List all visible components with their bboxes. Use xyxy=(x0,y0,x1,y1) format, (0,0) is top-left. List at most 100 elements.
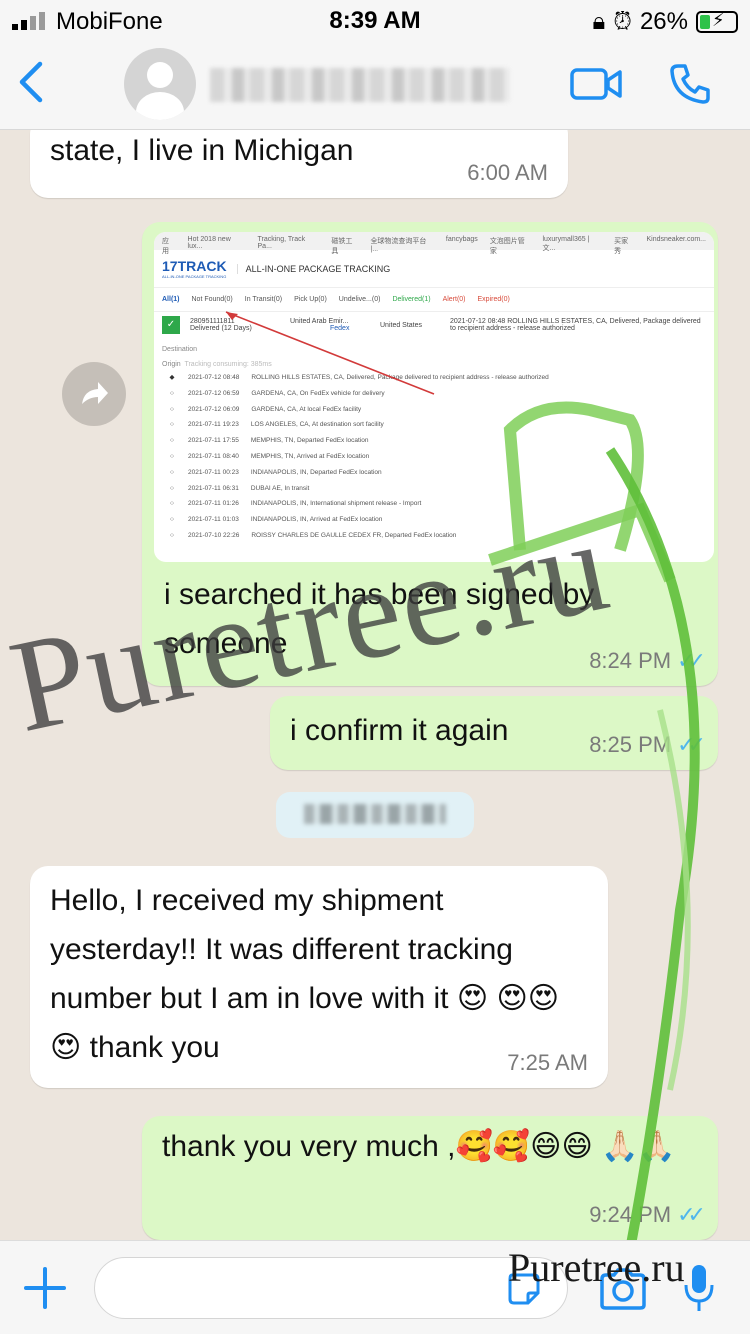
tab-expired: Expired(0) xyxy=(477,296,510,303)
message-bubble-incoming[interactable]: Hello, I received my shipment yesterday!… xyxy=(30,866,608,1088)
tab-in-transit: In Transit(0) xyxy=(244,296,283,303)
annotation-arrow xyxy=(225,311,435,395)
message-time: 8:25 PM xyxy=(589,732,672,757)
event-text: MEMPHIS, TN, Arrived at FedEx location xyxy=(250,452,370,460)
tracking-event: ○ 2021-07-11 01:26 INDIANAPOLIS, IN, Inter… xyxy=(154,496,714,512)
camera-icon[interactable] xyxy=(598,1267,648,1311)
event-text: LOS ANGELES, CA, At destination sort fac… xyxy=(250,421,384,429)
message-bubble-outgoing-image[interactable]: 应用 Hot 2018 new lux... Tracking, Track P… xyxy=(142,222,718,686)
read-receipt-icon: ✓✓ xyxy=(677,1202,706,1227)
bookmark: Kindsneaker.com... xyxy=(646,236,706,243)
chat-area[interactable]: state, I live in Michigan 6:00 AM 应用 Hot… xyxy=(0,130,750,1240)
event-dot-filled-icon: ◆ xyxy=(169,374,175,381)
event-time: 2021-07-10 22:26 xyxy=(188,531,240,539)
forward-button[interactable] xyxy=(62,362,126,426)
bookmarks-bar: 应用 Hot 2018 new lux... Tracking, Track P… xyxy=(154,232,714,255)
message-input[interactable] xyxy=(94,1257,568,1319)
bookmark: luxurymall365 | 文... xyxy=(542,236,590,252)
tracking-site-logo: 17TRACK xyxy=(162,258,227,274)
chat-header xyxy=(0,40,750,130)
message-text: thank you very much ,🥰🥰😄😄 🙏🏻🙏🏻 xyxy=(162,1130,676,1163)
contact-name[interactable] xyxy=(210,68,510,102)
event-time: 2021-07-11 06:31 xyxy=(188,484,239,492)
tracking-event: ○ 2021-07-11 19:23 LOS ANGELES, CA, At des… xyxy=(154,417,714,433)
tracking-event: ○ 2021-07-10 22:26 ROISSY CHARLES DE GAULL… xyxy=(154,528,714,544)
alarm-icon: ⏰︎ xyxy=(613,8,632,35)
event-dot-icon: ○ xyxy=(170,468,174,476)
tracking-event: ○ 2021-07-11 06:31 DUBAI AE, In transit xyxy=(154,481,714,497)
event-text: INDIANAPOLIS, IN, International shipment… xyxy=(250,500,422,508)
delivered-check-icon: ✓ xyxy=(162,316,180,334)
logo-subtitle: ALL-IN-ONE PACKAGE TRACKING xyxy=(162,274,227,279)
tracking-event: ○ 2021-07-11 08:40 MEMPHIS, TN, Arrived at… xyxy=(154,449,714,465)
message-bubble-outgoing[interactable]: i confirm it again 8:25 PM ✓✓ xyxy=(270,696,718,770)
microphone-icon[interactable] xyxy=(684,1263,714,1313)
composer-bar xyxy=(0,1240,750,1334)
event-dot-icon: ○ xyxy=(170,500,174,508)
orientation-lock-icon: 🔒︎ xyxy=(592,8,606,35)
message-time: 8:24 PM xyxy=(589,648,672,673)
bookmark: fancybags xyxy=(445,236,478,243)
message-time: 6:00 AM xyxy=(467,160,548,185)
event-time: 2021-07-11 17:55 xyxy=(188,437,239,445)
tab-all: All(1) xyxy=(162,296,180,303)
battery-percent: 26% xyxy=(639,8,688,35)
video-call-icon[interactable] xyxy=(570,64,622,104)
tracking-screenshot[interactable]: 应用 Hot 2018 new lux... Tracking, Track P… xyxy=(154,232,714,562)
message-bubble-outgoing[interactable]: thank you very much ,🥰🥰😄😄 🙏🏻🙏🏻 9:24 PM ✓✓ xyxy=(142,1116,718,1240)
message-text: Hello, I received my shipment yesterday!… xyxy=(50,884,560,1064)
sticker-icon[interactable] xyxy=(506,1271,542,1307)
event-dot-icon: ○ xyxy=(170,531,174,539)
tracking-event: ○ 2021-07-11 00:23 INDIANAPOLIS, IN, Depar… xyxy=(154,465,714,481)
event-time: 2021-07-11 01:26 xyxy=(188,500,239,508)
event-dot-icon: ○ xyxy=(170,405,174,413)
status-bar: MobiFone 8:39 AM 🔒︎ ⏰︎ 26% ⚡︎ xyxy=(0,0,750,40)
tracking-event: ○ 2021-07-12 06:09 GARDENA, CA, At local F… xyxy=(154,402,714,418)
tab-delivered: Delivered(1) xyxy=(392,296,431,303)
message-time: 9:24 PM xyxy=(589,1202,672,1227)
bookmark: 文泡图片管家 xyxy=(489,238,525,255)
event-time: 2021-07-11 08:40 xyxy=(188,452,239,460)
event-dot-icon: ○ xyxy=(170,516,174,524)
avatar[interactable] xyxy=(124,48,196,120)
message-time: 7:25 AM xyxy=(507,1050,588,1075)
event-text: DUBAI AE, In transit xyxy=(250,484,310,492)
battery-icon: ⚡︎ xyxy=(696,10,738,33)
event-dot-icon: ○ xyxy=(170,452,174,460)
event-time: 2021-07-11 00:23 xyxy=(188,468,239,476)
bookmark: 应用 xyxy=(162,238,169,255)
event-dot-icon: ○ xyxy=(170,421,174,429)
event-text: INDIANAPOLIS, IN, Arrived at FedEx locat… xyxy=(250,516,383,524)
event-text: GARDENA, CA, At local FedEx facility xyxy=(251,405,362,413)
bookmark: 全球物流查询平台 |... xyxy=(370,238,427,253)
status-tabs: All(1) Not Found(0) In Transit(0) Pick U… xyxy=(154,288,714,312)
bookmark: 磁铁工具 xyxy=(331,238,353,255)
event-dot-icon: ○ xyxy=(170,437,174,445)
event-text: ROISSY CHARLES DE GAULLE CEDEX FR, Depar… xyxy=(251,531,457,539)
date-separator xyxy=(276,792,474,838)
message-bubble-incoming[interactable]: state, I live in Michigan 6:00 AM xyxy=(30,130,568,198)
event-time: 2021-07-12 06:09 xyxy=(188,405,240,413)
event-text: MEMPHIS, TN, Departed FedEx location xyxy=(250,437,369,445)
tracking-event: ○ 2021-07-11 01:03 INDIANAPOLIS, IN, Arriv… xyxy=(154,512,714,528)
tab-not-found: Not Found(0) xyxy=(191,296,233,303)
read-receipt-icon: ✓✓ xyxy=(677,732,706,757)
tab-undelivered: Undelive...(0) xyxy=(338,296,381,303)
phone-call-icon[interactable] xyxy=(668,62,712,106)
add-attachment-icon[interactable] xyxy=(22,1265,68,1311)
forward-arrow-icon xyxy=(82,382,108,404)
site-heading: ALL-IN-ONE PACKAGE TRACKING xyxy=(236,263,390,274)
back-chevron-icon[interactable] xyxy=(16,60,46,104)
tab-pick-up: Pick Up(0) xyxy=(294,296,327,303)
bookmark: Hot 2018 new lux... xyxy=(187,236,231,250)
event-time: 2021-07-11 19:23 xyxy=(188,421,239,429)
bookmark: 买家秀 xyxy=(614,238,629,255)
bookmark: Tracking, Track Pa... xyxy=(257,236,306,250)
latest-event: 2021-07-12 08:48 ROLLING HILLS ESTATES, … xyxy=(450,318,701,332)
event-time: 2021-07-11 01:03 xyxy=(188,516,239,524)
tab-alert: Alert(0) xyxy=(442,296,466,303)
date-label xyxy=(304,804,446,824)
tracking-event: ○ 2021-07-11 17:55 MEMPHIS, TN, Departed F… xyxy=(154,433,714,449)
event-dot-icon: ○ xyxy=(170,484,174,492)
origin-label: Origin xyxy=(162,361,181,368)
